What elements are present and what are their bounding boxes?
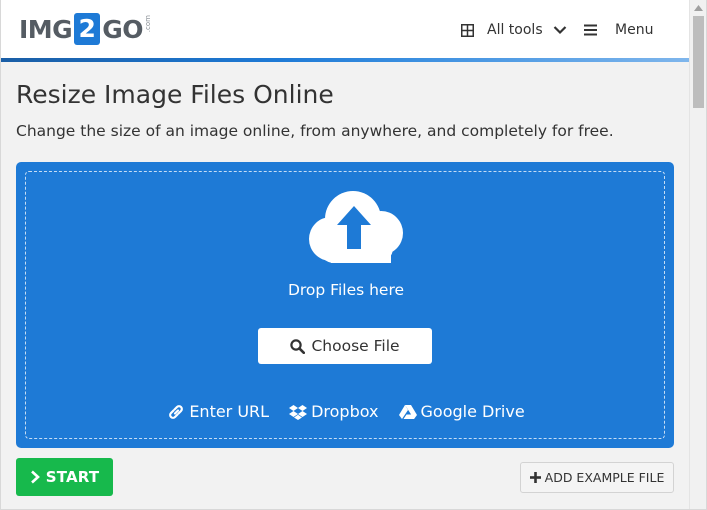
dropbox-label: Dropbox <box>311 402 379 421</box>
page-title: Resize Image Files Online <box>16 80 334 109</box>
dropzone-inner[interactable]: Drop Files here Choose File Enter URL Dr… <box>25 171 665 439</box>
google-drive-label: Google Drive <box>420 402 525 421</box>
all-tools-label: All tools <box>487 22 543 38</box>
scroll-up-arrow-icon[interactable] <box>694 5 703 11</box>
logo[interactable]: IMG 2 GO .com <box>19 12 152 46</box>
enter-url-label: Enter URL <box>189 402 270 421</box>
header: IMG 2 GO .com All tools Menu <box>1 0 689 62</box>
logo-2: 2 <box>74 13 101 45</box>
drop-files-text: Drop Files here <box>287 281 405 299</box>
start-button[interactable]: START <box>16 458 113 496</box>
chevron-down-icon <box>553 26 566 35</box>
dropbox-button[interactable]: Dropbox <box>289 402 379 421</box>
dropbox-icon <box>289 404 308 420</box>
menu-label: Menu <box>615 22 654 38</box>
plus-icon <box>529 472 541 483</box>
google-drive-icon <box>398 404 417 419</box>
menu-button[interactable]: Menu <box>584 18 653 42</box>
main-content: Resize Image Files Online Change the siz… <box>1 62 689 509</box>
start-label: START <box>45 468 100 486</box>
logo-com: .com <box>143 15 152 33</box>
logo-img: IMG <box>19 14 73 44</box>
page: IMG 2 GO .com All tools Menu Resize Imag… <box>0 0 707 510</box>
file-sources: Enter URL Dropbox Google Drive <box>26 402 666 421</box>
choose-file-label: Choose File <box>311 337 400 355</box>
vertical-scrollbar[interactable] <box>689 0 706 509</box>
choose-file-button[interactable]: Choose File <box>258 328 432 364</box>
hamburger-icon <box>584 24 597 36</box>
add-example-file-button[interactable]: ADD EXAMPLE FILE <box>520 462 674 493</box>
chevron-right-icon <box>30 470 40 484</box>
page-subtitle: Change the size of an image online, from… <box>16 122 614 140</box>
search-icon <box>290 338 306 354</box>
file-dropzone[interactable]: Drop Files here Choose File Enter URL Dr… <box>16 162 674 448</box>
google-drive-button[interactable]: Google Drive <box>398 402 525 421</box>
grid-icon <box>461 23 474 37</box>
add-example-file-label: ADD EXAMPLE FILE <box>544 470 665 485</box>
cloud-upload-icon <box>309 191 403 263</box>
all-tools-dropdown[interactable]: All tools <box>461 18 567 42</box>
link-icon <box>169 404 184 419</box>
enter-url-button[interactable]: Enter URL <box>167 402 269 421</box>
scrollbar-thumb[interactable] <box>693 16 704 108</box>
logo-go: GO <box>102 14 143 44</box>
